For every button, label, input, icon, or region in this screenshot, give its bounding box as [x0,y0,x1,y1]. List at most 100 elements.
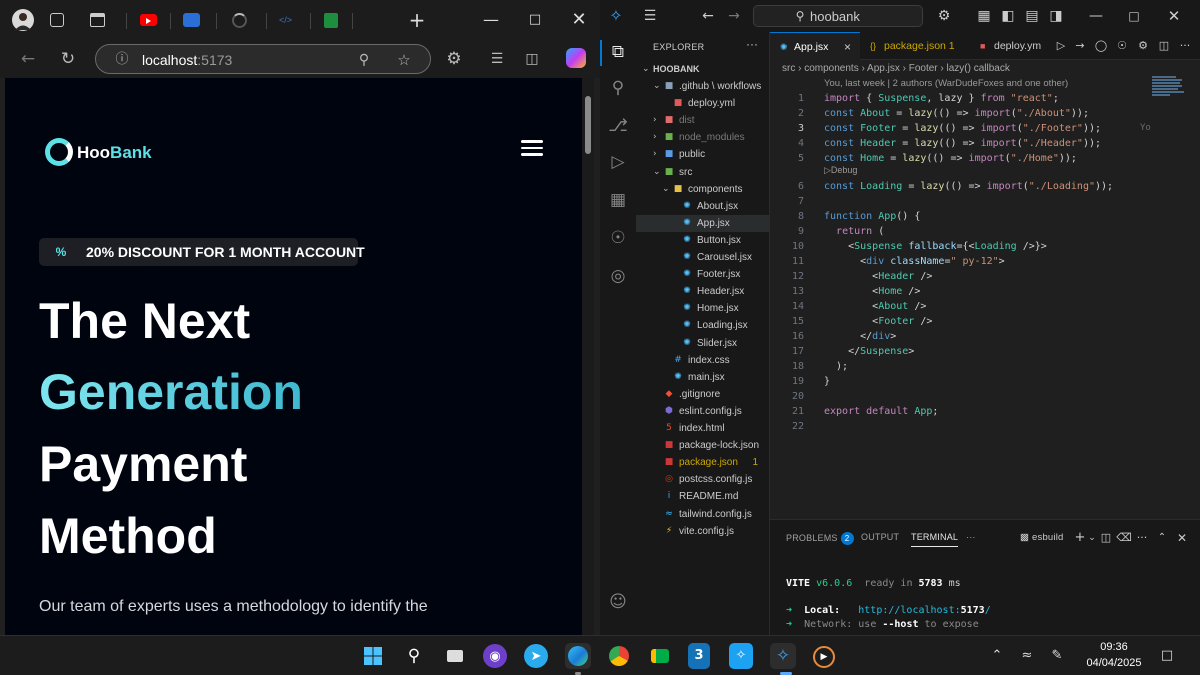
search-view-icon[interactable]: ⚲ [606,76,630,100]
run-debug-icon[interactable]: ▷ [606,150,630,174]
chevron-icon[interactable]: ⌄ [662,181,672,198]
code-line[interactable]: 21 export default App; [770,404,1200,419]
project-root[interactable]: ⌄ HOOBANK [636,61,770,78]
nav-forward-icon[interactable]: → [724,6,744,26]
loading-tab-icon[interactable] [232,13,247,28]
taskbar-clock[interactable]: 09:36 04/04/2025 [1084,639,1144,671]
panel-more-icon[interactable]: ··· [966,532,976,542]
file-tree-item[interactable]: ✺ Button.jsx [636,232,770,249]
chevron-icon[interactable]: ⌄ [653,164,663,181]
vscode-taskbar-icon[interactable]: ✧ [770,643,796,669]
media-player-icon[interactable]: ▶ [811,643,837,669]
extensions-icon[interactable]: ▦ [606,188,630,212]
source-control-icon[interactable]: ⎇ [606,114,630,138]
file-tree-item[interactable]: ◆ .gitignore [636,386,770,403]
code-line[interactable]: 13 <Home /> [770,284,1200,299]
code-line[interactable]: 20 [770,389,1200,404]
chevron-icon[interactable]: › [653,112,663,129]
file-tree-item[interactable]: ⌄ ■ src [636,164,770,181]
maximize-panel-icon[interactable]: ⌃ [1152,528,1172,548]
code-line[interactable]: 14 <About /> [770,299,1200,314]
minimize-button[interactable]: — [1086,6,1106,26]
code-line[interactable]: 8 function App() { [770,209,1200,224]
close-panel-icon[interactable]: ✕ [1172,528,1192,548]
file-tree-item[interactable]: › ■ public [636,146,770,163]
file-tree-item[interactable]: 5 index.html [636,420,770,437]
toggle-panel-icon[interactable]: ▤ [1022,6,1042,26]
file-tree-item[interactable]: ◎ postcss.config.js [636,471,770,488]
pen-icon[interactable]: ✎ [1048,647,1066,665]
toggle-secondary-sidebar-icon[interactable]: ◨ [1046,6,1066,26]
code-line[interactable]: 15 <Footer /> [770,314,1200,329]
menu-icon[interactable]: ☰ [640,6,660,26]
kill-terminal-icon[interactable]: ⌫ [1114,528,1134,548]
code-line[interactable]: 3 const Footer = lazy(() => import("./Foo… [770,121,1200,136]
file-tree-item[interactable]: ✺ App.jsx [636,214,770,232]
code-line[interactable]: 22 [770,419,1200,434]
chevron-icon[interactable]: › [653,146,663,163]
file-tree-item[interactable]: ⌄ ■ components [636,181,770,198]
run-icon[interactable]: ▷ [1051,36,1071,56]
file-tree-item[interactable]: › ■ node_modules [636,129,770,146]
tab-actions-icon[interactable] [90,13,105,27]
close-tab-icon[interactable]: × [844,33,851,61]
file-tree-item[interactable]: ✺ About.jsx [636,198,770,215]
github-desktop-icon[interactable]: ◉ [483,644,507,668]
editor-tab[interactable]: ✺ App.jsx × [770,32,860,60]
file-tree-item[interactable]: ≈ tailwind.config.js [636,506,770,523]
file-tree-item[interactable]: ⚡ vite.config.js [636,523,770,540]
file-tree-item[interactable]: ✺ Footer.jsx [636,266,770,283]
tab-terminal[interactable]: TERMINAL [911,532,959,547]
address-bar[interactable]: ⓘ localhost:5173 ⚲ ☆ [95,44,431,74]
code-line[interactable]: 1 import { Suspense, lazy } from "react"; [770,91,1200,106]
code-line[interactable]: 9 return ( [770,224,1200,239]
timeline-icon[interactable]: ◯ [1091,36,1111,56]
code-line[interactable]: 19} [770,374,1200,389]
file-tree-item[interactable]: ■ package-lock.json [636,437,770,454]
favorites-icon[interactable]: ☰ [485,47,509,71]
chevron-icon[interactable]: ⌄ [653,78,663,95]
minimize-button[interactable]: — [478,8,504,32]
git-commit-icon[interactable]: ☉ [1112,36,1132,56]
file-tree-item[interactable]: ⬢ eslint.config.js [636,403,770,420]
chrome-icon[interactable] [606,643,632,669]
file-tree-item[interactable]: › ■ dist [636,112,770,129]
file-tree-item[interactable]: ✺ main.jsx [636,369,770,386]
file-tree-item[interactable]: ✺ Header.jsx [636,283,770,300]
edge-icon[interactable] [565,643,591,669]
split-terminal-icon[interactable]: ◫ [1096,528,1116,548]
hamburger-menu-icon[interactable] [521,140,543,156]
code-line[interactable]: 4 const Header = lazy(() => import("./Hea… [770,136,1200,151]
code-line[interactable]: 16 </div> [770,329,1200,344]
scrollbar-thumb[interactable] [585,96,591,154]
file-tree-item[interactable]: # index.css [636,352,770,369]
command-center-search[interactable]: ⚲ hoobank [753,5,923,27]
zoom-search-icon[interactable]: ⚲ [352,48,376,72]
favorite-star-icon[interactable]: ☆ [392,48,416,72]
vscode-web-tab-icon[interactable]: </> [278,13,293,28]
extensions-icon[interactable]: ⚙ [442,47,466,71]
copilot-chat-icon[interactable]: ⚙ [1133,36,1153,56]
code-line[interactable]: 10 <Suspense fallback={<Loading />}> [770,239,1200,254]
code-line[interactable]: 6 const Loading = lazy(() => import("./Lo… [770,179,1200,194]
copilot-icon[interactable]: ⚙ [934,6,954,26]
telegram-icon[interactable]: ➤ [524,644,548,668]
tab-problems[interactable]: PROBLEMS 2 [786,532,854,545]
refresh-icon[interactable]: ↻ [56,47,80,71]
workspaces-icon[interactable] [50,13,64,27]
file-tree-item[interactable]: ■ deploy.yml [636,95,770,112]
file-tree-item[interactable]: ✺ Carousel.jsx [636,249,770,266]
task-view-icon[interactable] [442,643,468,669]
code-line[interactable]: 11 <div className=" py-12"> [770,254,1200,269]
new-tab-button[interactable]: + [404,8,430,32]
page-scrollbar[interactable] [582,78,594,635]
compare-icon[interactable]: → [1070,36,1090,56]
code-line[interactable]: 18 ); [770,359,1200,374]
close-window-button[interactable]: ✕ [566,8,592,32]
tab-output[interactable]: OUTPUT [861,532,899,542]
customize-layout-icon[interactable]: ▦ [974,6,994,26]
notifications-icon[interactable]: □ [1158,647,1176,665]
google-meet-icon[interactable] [647,643,673,669]
site-info-icon[interactable]: ⓘ [110,48,134,72]
file-tree-item[interactable]: ■ package.json 1 [636,454,770,471]
